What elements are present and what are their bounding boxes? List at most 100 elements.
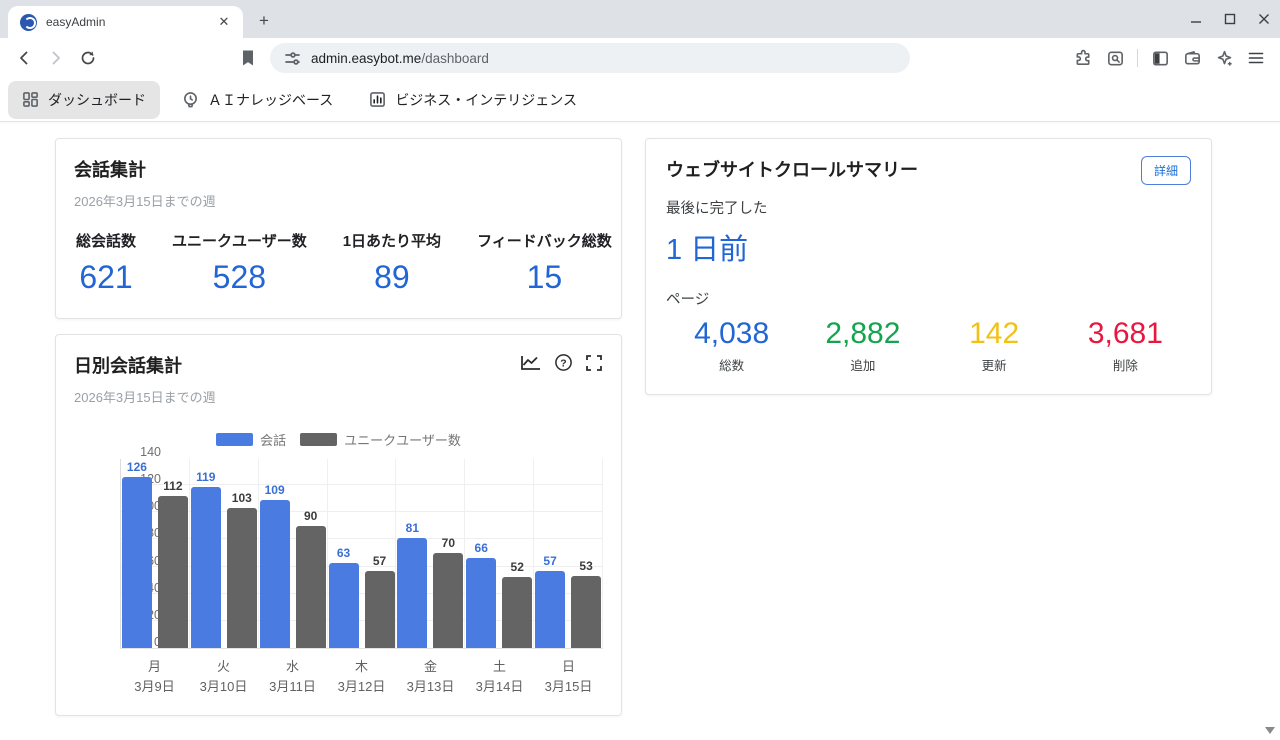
- legend-label: ユニークユーザー数: [344, 430, 461, 449]
- chart-x-axis-labels: 月3月9日火3月10日水3月11日木3月12日金3月13日土3月14日日3月15…: [120, 657, 603, 697]
- bar[interactable]: [571, 576, 601, 648]
- details-button[interactable]: 詳細: [1141, 156, 1191, 185]
- bar-value-label: 63: [337, 546, 350, 560]
- chart-bar-group: 126 112: [121, 459, 190, 648]
- url-text[interactable]: admin.easybot.me/dashboard: [311, 51, 489, 66]
- card-subtitle: 2026年3月15日までの週: [74, 191, 603, 210]
- bar[interactable]: [122, 477, 152, 648]
- dashboard-grid-icon: [22, 91, 39, 108]
- bar[interactable]: [502, 577, 532, 648]
- nav-tab-label: ビジネス・インテリジェンス: [395, 90, 577, 110]
- easyadmin-favicon-icon: [20, 14, 37, 31]
- bar-value-label: 126: [127, 460, 147, 474]
- line-chart-toggle-icon[interactable]: [520, 354, 542, 377]
- bar-value-label: 70: [442, 536, 455, 550]
- pages-deleted-stat: 3,681 削除: [1060, 317, 1191, 374]
- address-bar[interactable]: admin.easybot.me/dashboard: [270, 43, 910, 73]
- window-close-button[interactable]: [1258, 13, 1270, 25]
- wallet-icon[interactable]: [1178, 44, 1206, 72]
- bar-column: 53: [571, 559, 601, 648]
- menu-hamburger-icon[interactable]: [1242, 44, 1270, 72]
- pages-added-stat: 2,882 追加: [797, 317, 928, 374]
- extensions-puzzle-icon[interactable]: [1069, 44, 1097, 72]
- analytics-icon: [369, 91, 386, 108]
- nav-tab-business-intelligence[interactable]: ビジネス・インテリジェンス: [355, 81, 591, 119]
- bar-column: 57: [365, 554, 395, 648]
- window-minimize-button[interactable]: [1190, 13, 1202, 25]
- last-completed-label: 最後に完了した: [666, 197, 1191, 218]
- close-tab-icon[interactable]: ✕: [215, 13, 233, 31]
- bookmark-icon[interactable]: [234, 44, 262, 72]
- forward-button[interactable]: [42, 44, 70, 72]
- website-crawl-summary-card: ウェブサイトクロールサマリー 詳細 最後に完了した 1 日前 ページ 4,038…: [645, 138, 1212, 395]
- y-tick-label: 140: [127, 445, 161, 459]
- bar[interactable]: [365, 571, 395, 648]
- bar[interactable]: [329, 563, 359, 649]
- pages-label: ページ: [666, 288, 1191, 309]
- nav-tab-dashboard[interactable]: ダッシュボード: [8, 81, 160, 119]
- daily-conversation-chart-card: 日別会話集計 ? 2026年3月15日までの週 会話ユニークユーザー数 0204…: [55, 334, 622, 716]
- chart-bar-group: 81 70: [396, 459, 465, 648]
- bar-column: 109: [260, 483, 290, 648]
- psychology-icon: [182, 91, 199, 108]
- stat-daily-average: 1日あたり平均 89: [343, 230, 441, 296]
- chart-bar-group: 57 53: [534, 459, 603, 648]
- x-category-label: 日3月15日: [534, 657, 603, 697]
- bar-value-label: 52: [511, 560, 524, 574]
- bar[interactable]: [535, 571, 565, 648]
- bar[interactable]: [397, 538, 427, 648]
- bar[interactable]: [433, 553, 463, 648]
- window-maximize-button[interactable]: [1224, 13, 1236, 25]
- bar[interactable]: [158, 496, 188, 648]
- fullscreen-icon[interactable]: [585, 354, 603, 377]
- bar[interactable]: [466, 558, 496, 648]
- bar[interactable]: [260, 500, 290, 648]
- x-category-label: 土3月14日: [465, 657, 534, 697]
- card-subtitle: 2026年3月15日までの週: [74, 387, 603, 406]
- x-category-label: 火3月10日: [189, 657, 258, 697]
- browser-tab[interactable]: easyAdmin ✕: [8, 6, 243, 38]
- conversation-summary-card: 会話集計 2026年3月15日までの週 総会話数 621 ユニークユーザー数 5…: [55, 138, 622, 319]
- stat-total-feedback: フィードバック総数 15: [477, 230, 612, 296]
- back-button[interactable]: [10, 44, 38, 72]
- bar-column: 57: [535, 554, 565, 648]
- bar[interactable]: [191, 487, 221, 649]
- legend-label: 会話: [260, 430, 286, 449]
- pages-updated-stat: 142 更新: [929, 317, 1060, 374]
- chart-bar-group: 119 103: [190, 459, 259, 648]
- browser-tab-strip: easyAdmin ✕ +: [0, 0, 1280, 38]
- card-title: ウェブサイトクロールサマリー: [666, 156, 918, 182]
- help-icon[interactable]: ?: [554, 353, 573, 377]
- search-tabs-icon[interactable]: [1101, 44, 1129, 72]
- bar-column: 90: [296, 509, 326, 648]
- nav-tab-ai-knowledge-base[interactable]: ＡＩナレッジベース: [168, 81, 347, 119]
- toolbar-divider: [1137, 49, 1138, 67]
- dashboard-page: ダッシュボード ＡＩナレッジベース ビジネス・インテリジェンス 会話集計 202…: [0, 78, 1280, 740]
- side-panel-icon[interactable]: [1146, 44, 1174, 72]
- bar-value-label: 53: [579, 559, 592, 573]
- x-category-label: 水3月11日: [258, 657, 327, 697]
- bar-value-label: 103: [232, 491, 252, 505]
- legend-item[interactable]: 会話: [216, 430, 286, 449]
- chart-bar-group: 66 52: [465, 459, 534, 648]
- app-nav-tabs: ダッシュボード ＡＩナレッジベース ビジネス・インテリジェンス: [0, 78, 1280, 122]
- x-category-label: 月3月9日: [120, 657, 189, 697]
- bar-column: 81: [397, 521, 427, 648]
- chart-bar-group: 109 90: [259, 459, 328, 648]
- legend-swatch: [216, 433, 253, 446]
- browser-ai-sparkle-icon[interactable]: [1210, 44, 1238, 72]
- reload-button[interactable]: [74, 44, 102, 72]
- legend-item[interactable]: ユニークユーザー数: [300, 430, 461, 449]
- tab-title: easyAdmin: [46, 15, 215, 29]
- bar-value-label: 81: [406, 521, 419, 535]
- scrollbar-down-arrow[interactable]: [1265, 727, 1275, 734]
- new-tab-button[interactable]: +: [251, 8, 277, 34]
- x-category-label: 金3月13日: [396, 657, 465, 697]
- bar-value-label: 109: [265, 483, 285, 497]
- bar-column: 119: [191, 470, 221, 649]
- site-settings-icon[interactable]: [284, 50, 301, 67]
- bar-value-label: 112: [163, 479, 182, 493]
- bar[interactable]: [227, 508, 257, 648]
- bar[interactable]: [296, 526, 326, 648]
- bar-column: 66: [466, 541, 496, 648]
